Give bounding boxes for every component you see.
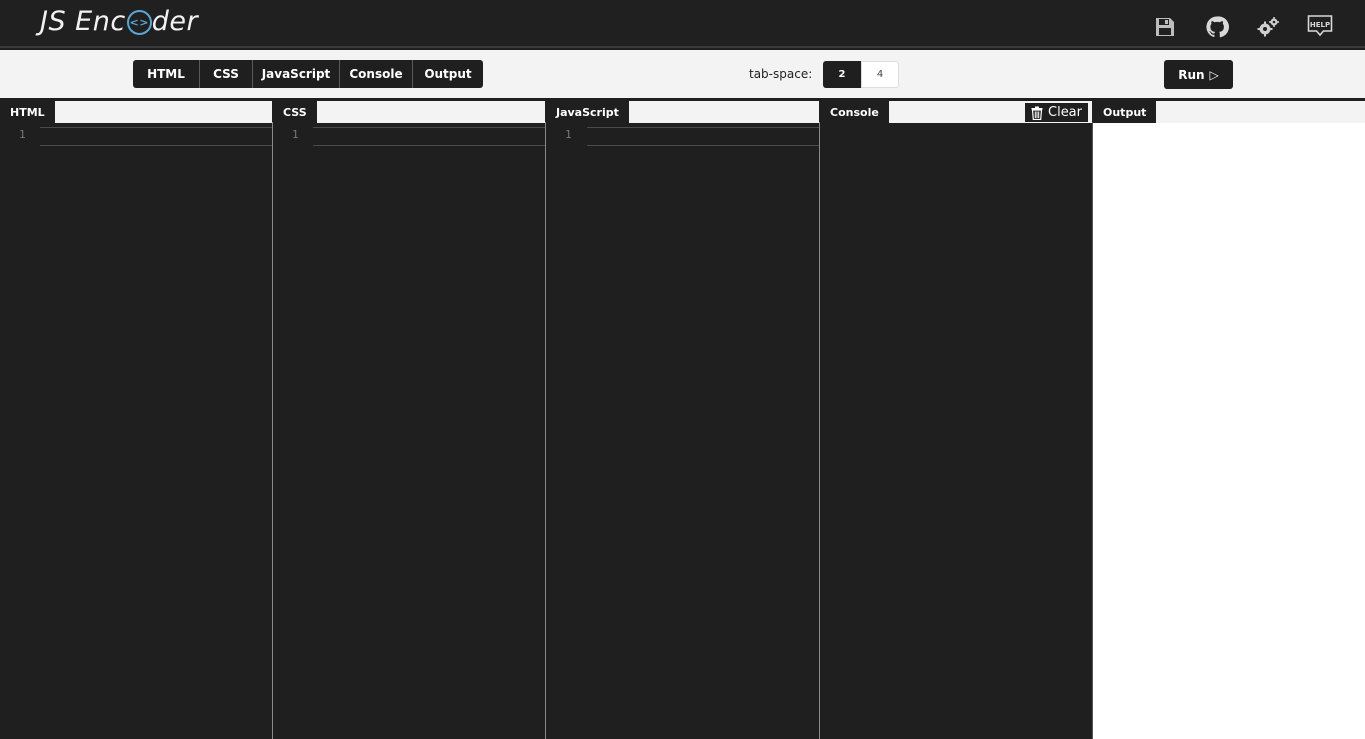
toggle-output-button[interactable]: Output bbox=[413, 60, 483, 88]
console-pane: Console Clear bbox=[820, 101, 1092, 739]
line-number: 1 bbox=[292, 128, 299, 141]
tab-space-4-button[interactable]: 4 bbox=[861, 61, 899, 88]
console-pane-header: Console Clear bbox=[820, 101, 1092, 123]
js-code-editor[interactable] bbox=[587, 127, 819, 146]
js-pane-tab: JavaScript bbox=[546, 101, 629, 123]
clear-console-button[interactable]: Clear bbox=[1024, 102, 1089, 123]
app-logo[interactable]: JS Enc <> der bbox=[40, 6, 198, 37]
settings-gears-icon[interactable] bbox=[1256, 16, 1280, 40]
tab-space-label: tab-space: bbox=[749, 67, 813, 81]
toolbar: HTML CSS JavaScript Console Output tab-s… bbox=[0, 50, 1365, 100]
line-number: 1 bbox=[565, 128, 572, 141]
html-pane-tab: HTML bbox=[0, 101, 55, 123]
css-code-editor[interactable] bbox=[313, 127, 545, 146]
toggle-console-button[interactable]: Console bbox=[340, 60, 413, 88]
output-preview-frame[interactable] bbox=[1093, 123, 1365, 739]
run-button-label: Run bbox=[1178, 67, 1205, 82]
github-icon[interactable] bbox=[1205, 15, 1229, 39]
app-header: JS Enc <> der HELP bbox=[0, 0, 1365, 48]
html-pane-header: HTML bbox=[0, 101, 272, 123]
clear-console-label: Clear bbox=[1048, 105, 1082, 120]
css-pane-header: CSS bbox=[273, 101, 545, 123]
output-pane-header: Output bbox=[1093, 101, 1365, 123]
logo-text-end: der bbox=[151, 6, 199, 37]
html-code-editor[interactable] bbox=[40, 127, 272, 146]
js-pane-header: JavaScript bbox=[546, 101, 819, 123]
output-pane-tab: Output bbox=[1093, 101, 1157, 123]
toggle-javascript-button[interactable]: JavaScript bbox=[253, 60, 340, 88]
css-editor-pane: CSS 1 bbox=[273, 101, 545, 739]
line-number: 1 bbox=[19, 128, 26, 141]
code-brackets-icon: <> bbox=[126, 10, 152, 35]
logo-text-start: JS Enc bbox=[40, 6, 126, 37]
trash-icon bbox=[1031, 106, 1043, 120]
js-editor-pane: JavaScript 1 bbox=[546, 101, 819, 739]
help-icon-text: HELP bbox=[1310, 21, 1330, 29]
save-icon[interactable] bbox=[1153, 15, 1177, 39]
tab-space-2-button[interactable]: 2 bbox=[823, 61, 861, 88]
help-icon[interactable]: HELP bbox=[1307, 14, 1333, 38]
pane-toggle-group: HTML CSS JavaScript Console Output bbox=[133, 60, 483, 88]
toggle-css-button[interactable]: CSS bbox=[200, 60, 253, 88]
toggle-html-button[interactable]: HTML bbox=[133, 60, 200, 88]
console-pane-tab: Console bbox=[820, 101, 889, 123]
css-pane-tab: CSS bbox=[273, 101, 317, 123]
play-icon: ▷ bbox=[1209, 67, 1219, 82]
html-editor-pane: HTML 1 bbox=[0, 101, 272, 739]
console-log-area bbox=[820, 123, 1092, 739]
output-pane: Output bbox=[1093, 101, 1365, 739]
run-button[interactable]: Run ▷ bbox=[1164, 60, 1233, 89]
